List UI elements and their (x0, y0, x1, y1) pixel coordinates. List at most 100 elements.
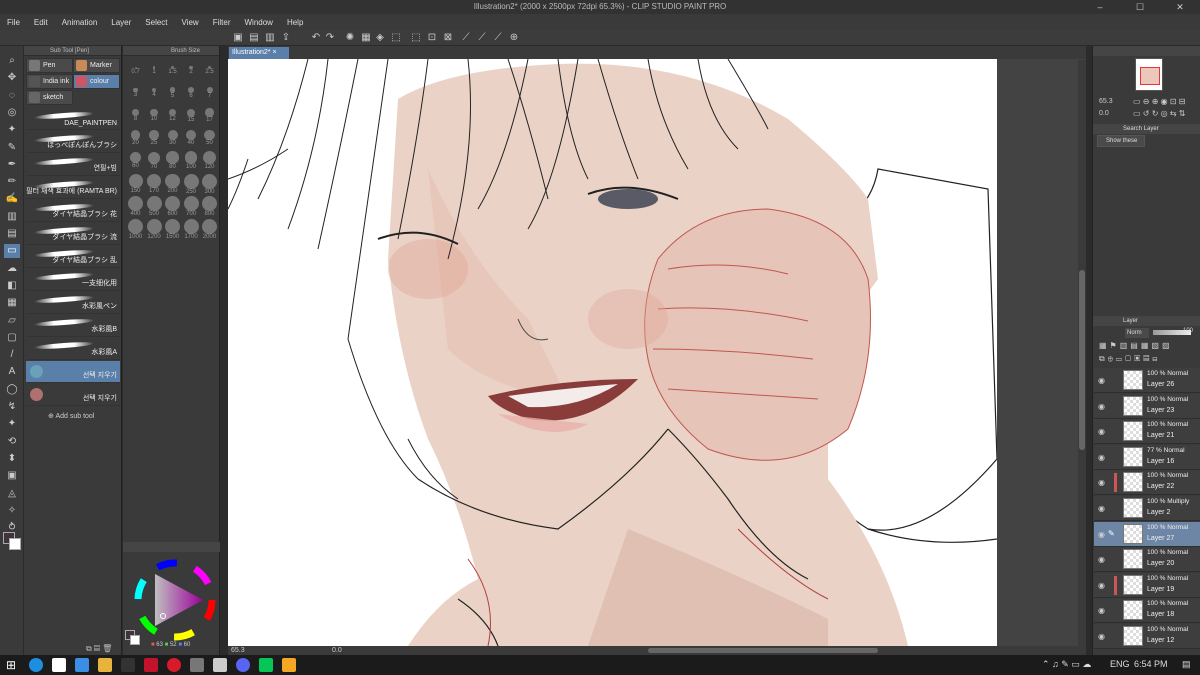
brush-size-option[interactable]: 120 (201, 150, 218, 172)
brush-item[interactable]: 水彩風B (26, 315, 120, 337)
brush-size-option[interactable]: 2.5 (201, 60, 218, 82)
select-icon[interactable]: ◎ (4, 106, 20, 120)
nav-zoom[interactable]: 65.3 (1099, 98, 1113, 105)
sparkle-icon[interactable]: ✧ (4, 504, 20, 518)
brush-size-option[interactable]: 15 (183, 105, 200, 127)
sub-color-chip[interactable] (9, 538, 21, 550)
layer-thumbnail[interactable] (1123, 472, 1143, 493)
brush-size-option[interactable]: 60 (127, 150, 144, 172)
brush-size-option[interactable]: 100 (183, 150, 200, 172)
move-icon[interactable]: ✥ (4, 71, 20, 85)
visibility-eye-icon[interactable]: ◉ (1098, 504, 1105, 513)
new-icon[interactable]: ▣ (232, 32, 244, 44)
brush-item[interactable]: ダイヤ結晶ブラシ 流 (26, 223, 120, 245)
close-tab-icon[interactable]: × (272, 49, 276, 56)
brush-size-option[interactable]: 700 (183, 195, 200, 217)
status-angle[interactable]: 0.0 (332, 646, 342, 655)
layer-thumbnail[interactable] (1123, 574, 1143, 595)
save-icon[interactable]: ▥ (264, 32, 276, 44)
vertical-scrollbar[interactable] (1078, 60, 1086, 647)
brush-size-option[interactable]: 25 (146, 128, 163, 150)
menu-view[interactable]: View (175, 18, 206, 27)
menu-select[interactable]: Select (138, 18, 174, 27)
object-icon[interactable]: ⟲ (4, 435, 20, 449)
layer-row[interactable]: ◉ 100 % Normal Layer 12 (1094, 624, 1200, 649)
visibility-eye-icon[interactable]: ◉ (1098, 632, 1105, 641)
brush-size-option[interactable]: 1500 (164, 218, 181, 240)
nav-zoom-icons[interactable]: ▭ ⊖ ⊕ ◉ ⊡ ⊟ (1133, 97, 1185, 106)
brush-size-option[interactable]: 5 (164, 83, 181, 105)
lasso-icon[interactable]: ◌ (4, 89, 20, 103)
brush-item[interactable]: 一支细化用 (26, 269, 120, 291)
layer-row[interactable]: ◉ 100 % Normal Layer 23 (1094, 393, 1200, 419)
layer-row[interactable]: ◉ 100 % Normal Layer 19 (1094, 572, 1200, 598)
brush-item[interactable]: 필터 채색 효과에 (RAMTA BR) (26, 177, 120, 199)
brush-size-option[interactable]: 400 (127, 195, 144, 217)
brush-item[interactable]: 선택 지우기 (26, 384, 120, 406)
fill-icon[interactable]: ◧ (4, 279, 20, 293)
visibility-eye-icon[interactable]: ◉ (1098, 376, 1105, 385)
brush-size-option[interactable]: 4 (146, 83, 163, 105)
navigator-thumbnail[interactable] (1135, 58, 1163, 91)
subtool-group-pen[interactable]: Pen (26, 58, 73, 73)
figure-icon[interactable]: ▱ (4, 314, 20, 328)
brush-size-option[interactable]: 30 (164, 128, 181, 150)
brush-item[interactable]: DAE_PAINTPEN (26, 108, 120, 130)
brush-item[interactable]: 선택 지우기 (26, 361, 120, 383)
app-icon-2[interactable] (282, 658, 296, 672)
notification-icon[interactable]: ▤ (1182, 659, 1191, 670)
edge-icon[interactable] (75, 658, 89, 672)
navigator-tabs[interactable] (1093, 46, 1200, 56)
brush-size-option[interactable]: 80 (164, 150, 181, 172)
visibility-eye-icon[interactable]: ◉ (1098, 606, 1105, 615)
brush-size-option[interactable]: 1.5 (164, 60, 181, 82)
menu-help[interactable]: Help (280, 18, 310, 27)
horizontal-scroll-thumb[interactable] (648, 648, 878, 653)
menu-animation[interactable]: Animation (55, 18, 105, 27)
brush-size-option[interactable]: 40 (183, 128, 200, 150)
export-icon[interactable]: ⇪ (280, 32, 292, 44)
airbrush-icon[interactable]: ▥ (4, 210, 20, 224)
brush-size-option[interactable]: 800 (201, 195, 218, 217)
layer-move-icon[interactable]: ⬍ (4, 452, 20, 466)
brush-size-option[interactable]: 500 (146, 195, 163, 217)
brush-size-option[interactable]: 0.7 (127, 60, 144, 82)
subtool-group-sketch[interactable]: sketch (26, 90, 73, 105)
add-sub-tool-button[interactable]: ⊕ Add sub tool (48, 412, 94, 420)
brush-size-option[interactable]: 17 (201, 105, 218, 127)
fill-icon[interactable]: ▦ (360, 32, 372, 44)
file-explorer-icon[interactable] (98, 658, 112, 672)
text-icon[interactable]: A (4, 365, 20, 379)
search-layer-filter[interactable]: Show these (1097, 135, 1145, 147)
brush-item[interactable]: ダイヤ結晶ブラシ 花 (26, 200, 120, 222)
brush-icon[interactable]: ✍ (4, 192, 20, 206)
invert-selection-icon[interactable]: ⊠ (442, 32, 454, 44)
layer-thumbnail[interactable] (1123, 626, 1143, 646)
ruler-icon[interactable]: ⟋ (460, 32, 472, 44)
open-icon[interactable]: ▤ (248, 32, 260, 44)
layer-row[interactable]: ◉ 100 % Multiply Layer 2 (1094, 496, 1200, 521)
minimize-button[interactable]: – (1080, 0, 1120, 14)
select-all-icon[interactable]: ⬚ (390, 32, 402, 44)
pencil-icon[interactable]: ✏ (4, 175, 20, 189)
layer-row[interactable]: ◉ 77 % Normal Layer 16 (1094, 444, 1200, 470)
discord-icon[interactable] (236, 658, 250, 672)
brush-item[interactable]: 水彩風ペン (26, 292, 120, 314)
menu-edit[interactable]: Edit (27, 18, 55, 27)
eraser-icon[interactable]: ▭ (4, 244, 20, 259)
brush-size-option[interactable]: 1000 (127, 218, 144, 240)
vertical-scroll-thumb[interactable] (1079, 270, 1085, 450)
brush-size-option[interactable]: 6 (183, 83, 200, 105)
layer-thumbnail[interactable] (1123, 421, 1143, 442)
clip-studio-icon[interactable] (213, 658, 227, 672)
visibility-eye-icon[interactable]: ◉ (1098, 453, 1105, 462)
system-tray-icons[interactable]: ⌃ ♫ ✎ ▭ ☁ (1042, 659, 1091, 670)
visibility-eye-icon[interactable]: ◉ (1098, 478, 1105, 487)
deselect-icon[interactable]: ⬚ (410, 32, 422, 44)
layer-thumbnail[interactable] (1123, 549, 1143, 570)
brush-size-option[interactable]: 250 (183, 173, 200, 195)
line-icon[interactable] (259, 658, 273, 672)
visibility-eye-icon[interactable]: ◉ (1098, 402, 1105, 411)
language-indicator[interactable]: ENG (1110, 659, 1130, 669)
layer-action-icons[interactable]: ⧉⊕▭▢▣▤⊟ (1099, 354, 1160, 364)
